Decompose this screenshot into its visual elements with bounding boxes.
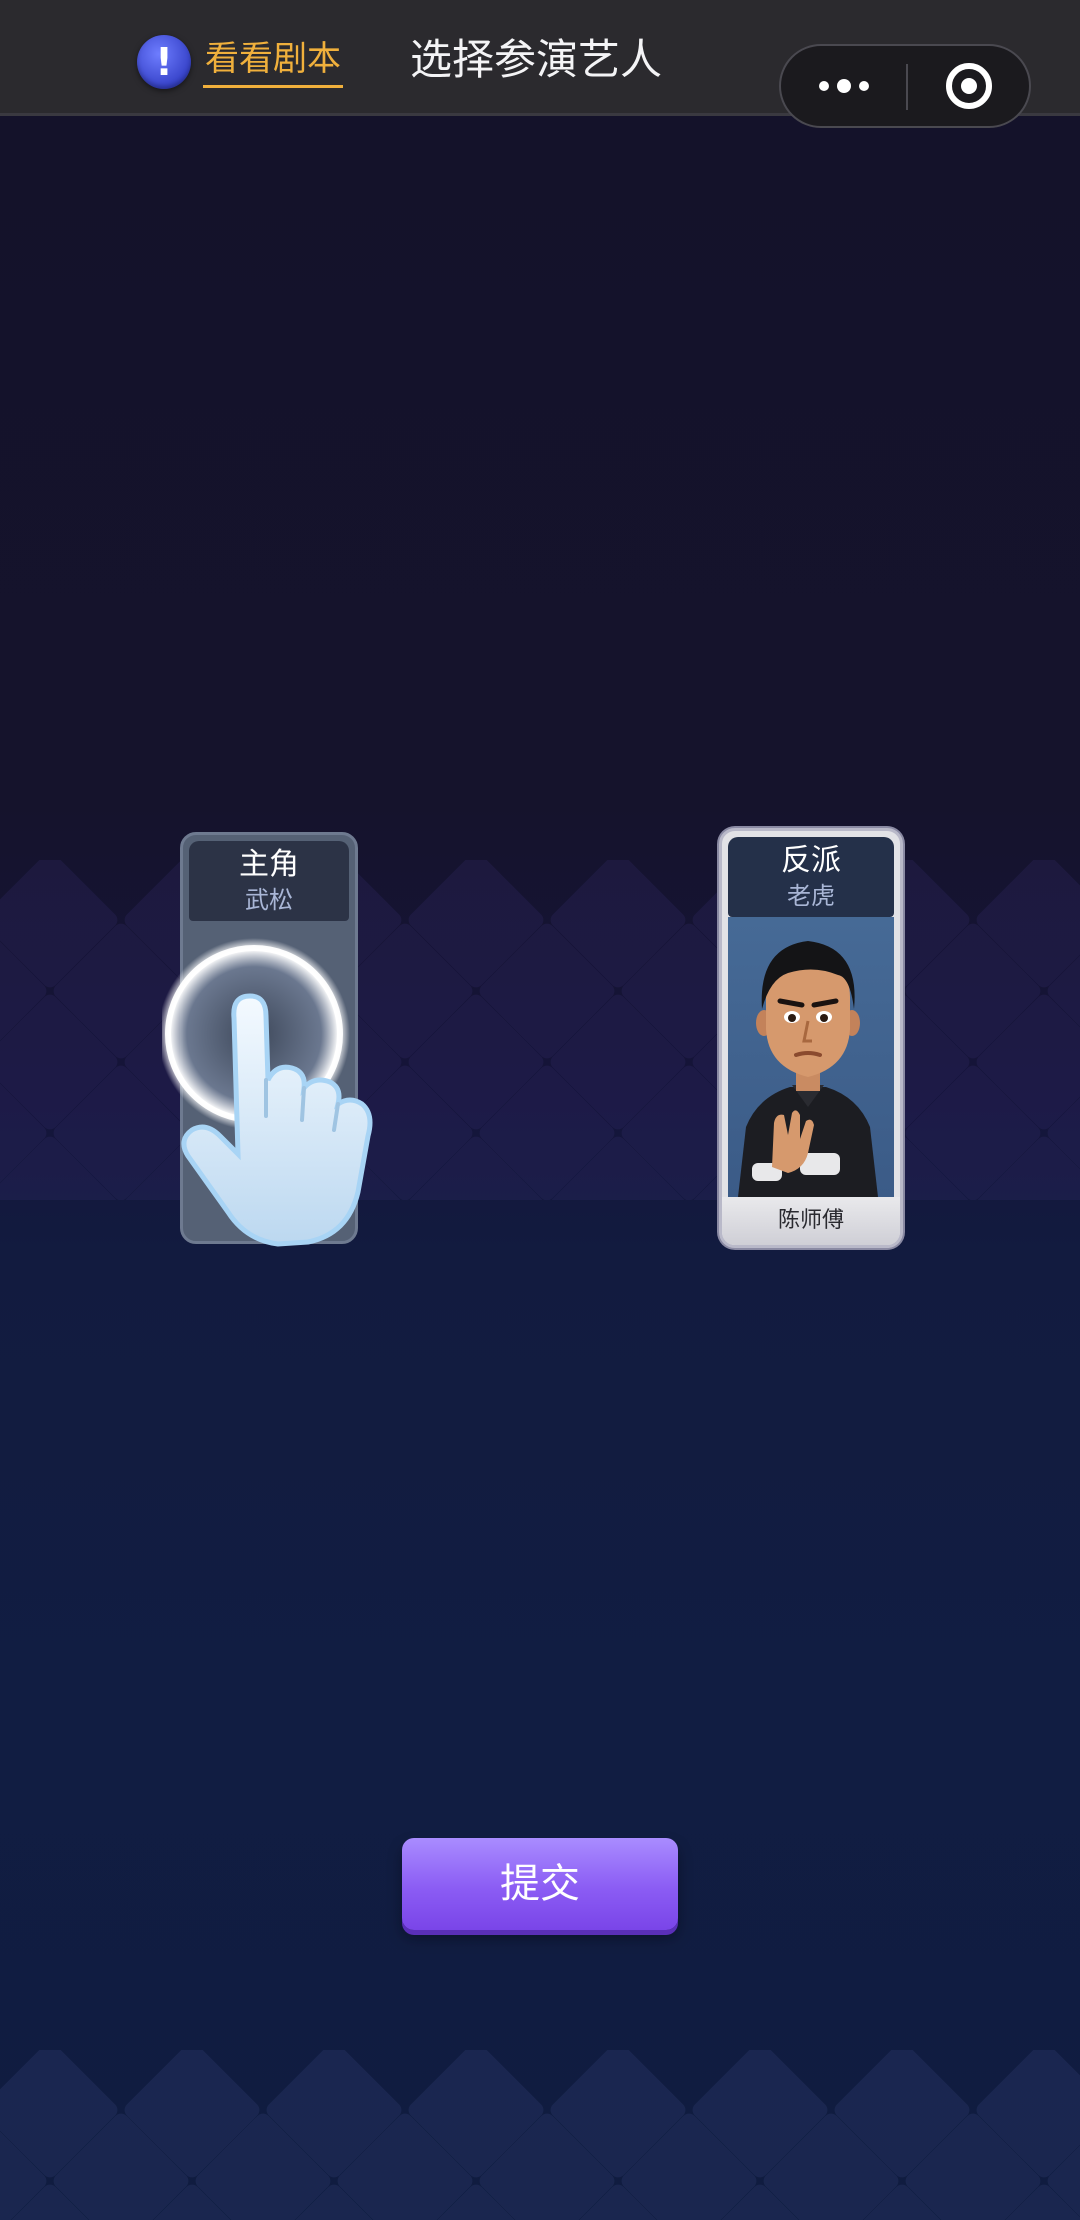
miniprogram-capsule	[779, 44, 1031, 128]
background-pattern-bottom	[0, 2050, 1080, 2220]
character-label: 老虎	[787, 882, 835, 910]
more-menu-button[interactable]	[781, 46, 906, 126]
actor-avatar-image	[738, 941, 878, 1197]
actor-name: 陈师傅	[722, 1197, 900, 1245]
view-script-link[interactable]: 看看剧本	[203, 34, 343, 88]
actor-portrait	[728, 917, 894, 1197]
more-dots-icon	[818, 81, 829, 91]
close-miniprogram-button[interactable]	[908, 46, 1029, 126]
role-card-header: 反派 老虎	[728, 837, 894, 917]
top-bar: ! 看看剧本 选择参演艺人	[0, 0, 1080, 128]
page-title: 选择参演艺人	[410, 35, 663, 84]
role-label: 反派	[781, 843, 841, 878]
submit-button[interactable]: 提交	[402, 1838, 678, 1930]
role-card-hero[interactable]: 主角 武松	[180, 832, 358, 1244]
exclamation-icon[interactable]: !	[137, 35, 191, 89]
background-pattern	[0, 860, 1080, 1200]
role-card-header: 主角 武松	[189, 841, 349, 921]
role-label: 主角	[239, 847, 299, 882]
more-dots-icon-right	[858, 81, 869, 91]
target-circle-icon	[945, 63, 992, 109]
character-label: 武松	[245, 886, 293, 914]
role-card-villain[interactable]: 反派 老虎 陈师傅	[719, 828, 903, 1248]
more-dots-icon-center	[836, 79, 851, 93]
